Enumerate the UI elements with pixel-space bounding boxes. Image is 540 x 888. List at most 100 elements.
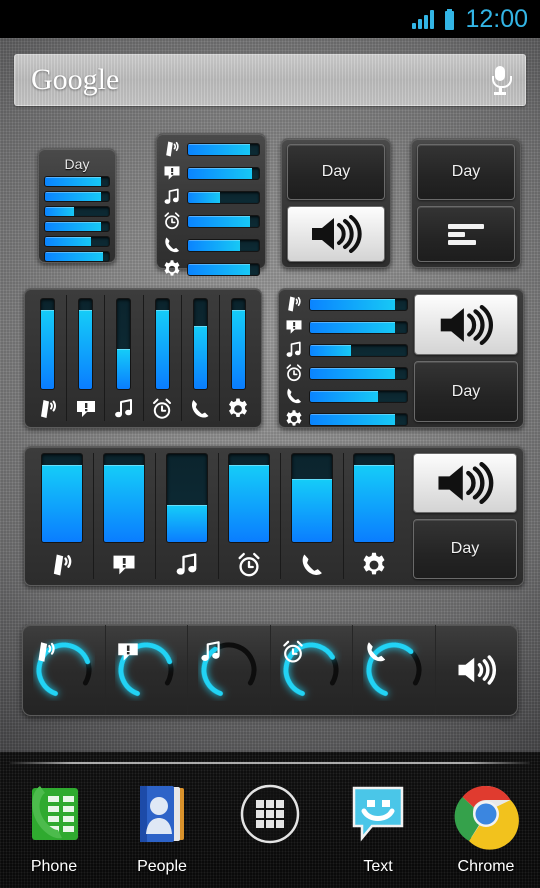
slider-row[interactable]: [162, 259, 260, 279]
slider-track[interactable]: [290, 453, 333, 543]
dial-cell[interactable]: [106, 625, 188, 715]
dock-item[interactable]: Text: [330, 778, 426, 876]
dock-item[interactable]: Chrome: [438, 778, 534, 876]
dock-item[interactable]: Phone: [6, 778, 102, 876]
speaker-toggle-button[interactable]: [414, 294, 518, 355]
slider-track[interactable]: [187, 262, 260, 276]
slider-column[interactable]: [144, 295, 182, 421]
widget-day-levels[interactable]: Day: [411, 138, 521, 268]
slider-row[interactable]: [44, 236, 110, 247]
contacts-icon[interactable]: [126, 778, 198, 850]
day-button[interactable]: Day: [287, 144, 385, 200]
slider-track[interactable]: [309, 412, 408, 426]
slider-track[interactable]: [154, 298, 170, 390]
slider-track[interactable]: [187, 142, 260, 156]
widget-circular-dials[interactable]: [22, 624, 518, 716]
slider-track[interactable]: [353, 453, 396, 543]
slider-column[interactable]: [219, 453, 281, 579]
dial-cell[interactable]: [188, 625, 271, 715]
slider-fill: [188, 191, 220, 203]
slider-track[interactable]: [187, 166, 260, 180]
slider-track[interactable]: [103, 453, 146, 543]
slider-column[interactable]: [67, 295, 106, 421]
dock-item[interactable]: People: [114, 778, 210, 876]
alarm-icon: [162, 211, 182, 231]
slider-column[interactable]: [182, 295, 220, 421]
slider-column[interactable]: [31, 453, 94, 579]
slider-column[interactable]: [156, 453, 219, 579]
day-button[interactable]: Day: [414, 361, 518, 422]
dial-cell[interactable]: [353, 625, 436, 715]
app-drawer-icon[interactable]: [234, 778, 306, 850]
slider-row[interactable]: [162, 163, 260, 183]
slider-fill: [291, 478, 332, 542]
slider-track[interactable]: [309, 343, 408, 357]
slider-track[interactable]: [44, 191, 110, 202]
slider-column[interactable]: [281, 453, 344, 579]
slider-track[interactable]: [187, 214, 260, 228]
slider-track[interactable]: [309, 320, 408, 334]
alarm-icon: [235, 551, 263, 579]
slider-row[interactable]: [44, 206, 110, 217]
widget-sliders-speaker-day[interactable]: Day: [278, 288, 524, 428]
widget-day-horizontal-sliders[interactable]: Day: [38, 148, 116, 263]
slider-column[interactable]: [105, 295, 144, 421]
slider-track[interactable]: [40, 453, 83, 543]
slider-row[interactable]: [284, 363, 408, 383]
slider-track[interactable]: [230, 298, 246, 390]
dock-item[interactable]: [222, 778, 318, 858]
slider-track[interactable]: [44, 251, 110, 262]
slider-track[interactable]: [309, 389, 408, 403]
slider-row[interactable]: [44, 191, 110, 202]
slider-row[interactable]: [162, 235, 260, 255]
slider-row[interactable]: [284, 294, 408, 314]
slider-track[interactable]: [44, 176, 110, 187]
slider-row[interactable]: [284, 317, 408, 337]
slider-row[interactable]: [162, 211, 260, 231]
slider-track[interactable]: [40, 298, 56, 390]
widget-wide-vertical-sliders[interactable]: Day: [24, 446, 524, 586]
slider-track[interactable]: [44, 221, 110, 232]
levels-toggle-button[interactable]: [417, 206, 515, 262]
slider-column[interactable]: [344, 453, 406, 579]
phone-dialer-icon[interactable]: [18, 778, 90, 850]
google-search-bar[interactable]: Google: [14, 54, 526, 106]
slider-track[interactable]: [309, 297, 408, 311]
slider-column[interactable]: [94, 453, 156, 579]
slider-row[interactable]: [44, 221, 110, 232]
slider-track[interactable]: [165, 453, 208, 543]
slider-track[interactable]: [44, 206, 110, 217]
slider-column[interactable]: [29, 295, 68, 421]
slider-track[interactable]: [228, 453, 271, 543]
chrome-icon[interactable]: [450, 778, 522, 850]
slider-row[interactable]: [162, 187, 260, 207]
slider-track[interactable]: [187, 190, 260, 204]
day-button[interactable]: Day: [413, 519, 517, 579]
slider-column[interactable]: [220, 295, 257, 421]
dock-divider: [10, 762, 530, 764]
slider-row[interactable]: [284, 340, 408, 360]
day-button[interactable]: Day: [417, 144, 515, 200]
microphone-icon[interactable]: [491, 65, 512, 95]
slider-track[interactable]: [192, 298, 208, 390]
slider-track[interactable]: [309, 366, 408, 380]
dial-speaker-cell[interactable]: [436, 625, 518, 715]
slider-row[interactable]: [44, 251, 110, 262]
widget-vertical-sliders[interactable]: [24, 288, 262, 428]
speaker-toggle-button[interactable]: [287, 206, 385, 262]
slider-track[interactable]: [116, 298, 132, 390]
slider-fill: [79, 309, 93, 389]
slider-row[interactable]: [162, 139, 260, 159]
dial-cell[interactable]: [271, 625, 353, 715]
widget-icon-horizontal-sliders[interactable]: [156, 133, 266, 276]
dial-cell[interactable]: [23, 625, 106, 715]
speaker-toggle-button[interactable]: [413, 453, 517, 513]
slider-row[interactable]: [284, 386, 408, 406]
messaging-icon[interactable]: [342, 778, 414, 850]
slider-track[interactable]: [187, 238, 260, 252]
slider-row[interactable]: [284, 409, 408, 429]
slider-track[interactable]: [44, 236, 110, 247]
slider-track[interactable]: [78, 298, 94, 390]
slider-row[interactable]: [44, 176, 110, 187]
widget-day-speaker[interactable]: Day: [281, 138, 391, 268]
